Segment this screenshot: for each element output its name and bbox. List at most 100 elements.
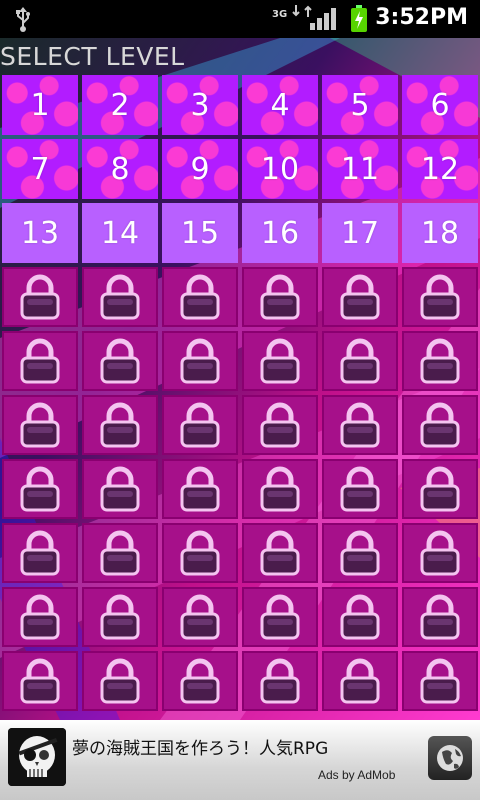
- locked-level-tile[interactable]: [162, 523, 238, 583]
- level-tile-16[interactable]: 16: [242, 203, 318, 263]
- padlock-icon: [100, 594, 140, 640]
- locked-level-tile[interactable]: [402, 587, 478, 647]
- locked-level-tile[interactable]: [82, 267, 158, 327]
- level-tile-5[interactable]: 5: [322, 75, 398, 135]
- level-number: 15: [180, 215, 220, 251]
- network-type-label: 3G: [272, 9, 288, 20]
- locked-level-tile[interactable]: [322, 331, 398, 391]
- padlock-icon: [260, 530, 300, 576]
- level-tile-18[interactable]: 18: [402, 203, 478, 263]
- locked-level-tile[interactable]: [402, 267, 478, 327]
- locked-level-tile[interactable]: [82, 651, 158, 711]
- level-number: 14: [100, 215, 140, 251]
- locked-level-tile[interactable]: [242, 587, 318, 647]
- level-tile-13[interactable]: 13: [2, 203, 78, 263]
- locked-level-tile[interactable]: [162, 651, 238, 711]
- locked-level-tile[interactable]: [322, 267, 398, 327]
- locked-level-tile[interactable]: [402, 523, 478, 583]
- level-tile-8[interactable]: 8: [82, 139, 158, 199]
- padlock-icon: [180, 466, 220, 512]
- locked-level-tile[interactable]: [242, 523, 318, 583]
- level-number: 17: [340, 215, 380, 251]
- level-number: 7: [30, 151, 50, 187]
- locked-level-tile[interactable]: [2, 651, 78, 711]
- locked-level-tile[interactable]: [162, 331, 238, 391]
- locked-level-tile[interactable]: [82, 331, 158, 391]
- padlock-icon: [420, 658, 460, 704]
- padlock-icon: [100, 658, 140, 704]
- locked-level-tile[interactable]: [322, 395, 398, 455]
- locked-level-tile[interactable]: [2, 459, 78, 519]
- locked-level-tile[interactable]: [322, 587, 398, 647]
- locked-level-tile[interactable]: [162, 459, 238, 519]
- locked-level-tile[interactable]: [2, 331, 78, 391]
- locked-level-tile[interactable]: [402, 331, 478, 391]
- level-number: 11: [340, 151, 380, 187]
- locked-level-tile[interactable]: [322, 651, 398, 711]
- locked-level-tile[interactable]: [242, 395, 318, 455]
- ad-headline[interactable]: 夢の海賊王国を作ろう！人気RPG: [72, 734, 328, 759]
- level-number: 9: [190, 151, 210, 187]
- locked-level-tile[interactable]: [2, 267, 78, 327]
- level-tile-11[interactable]: 11: [322, 139, 398, 199]
- locked-level-tile[interactable]: [2, 523, 78, 583]
- padlock-icon: [20, 338, 60, 384]
- locked-level-tile[interactable]: [82, 523, 158, 583]
- locked-level-tile[interactable]: [242, 651, 318, 711]
- locked-level-tile[interactable]: [242, 267, 318, 327]
- padlock-icon: [340, 274, 380, 320]
- locked-level-tile[interactable]: [242, 331, 318, 391]
- ad-banner[interactable]: 夢の海賊王国を作ろう！人気RPG Ads by AdMob: [0, 720, 480, 800]
- locked-level-tile[interactable]: [402, 459, 478, 519]
- battery-charging-icon: [350, 5, 368, 37]
- network-3g-icon: 3G: [272, 5, 315, 20]
- locked-level-tile[interactable]: [82, 395, 158, 455]
- level-tile-12[interactable]: 12: [402, 139, 478, 199]
- level-tile-6[interactable]: 6: [402, 75, 478, 135]
- level-tile-14[interactable]: 14: [82, 203, 158, 263]
- padlock-icon: [180, 594, 220, 640]
- level-tile-10[interactable]: 10: [242, 139, 318, 199]
- level-number: 16: [260, 215, 300, 251]
- padlock-icon: [260, 402, 300, 448]
- padlock-icon: [20, 274, 60, 320]
- locked-level-tile[interactable]: [322, 523, 398, 583]
- locked-level-tile[interactable]: [402, 651, 478, 711]
- padlock-icon: [340, 402, 380, 448]
- padlock-icon: [180, 658, 220, 704]
- level-number: 18: [420, 215, 460, 251]
- level-grid: 1 2 3 4 5 6 7 8 9 10 11 12 13 14 15 16 1…: [0, 75, 480, 711]
- locked-level-tile[interactable]: [162, 587, 238, 647]
- level-number: 10: [260, 151, 300, 187]
- level-tile-17[interactable]: 17: [322, 203, 398, 263]
- level-tile-3[interactable]: 3: [162, 75, 238, 135]
- locked-level-tile[interactable]: [322, 459, 398, 519]
- level-select-screen: SELECT LEVEL 1 2 3 4 5 6 7 8 9 10 11 12 …: [0, 38, 480, 720]
- padlock-icon: [260, 274, 300, 320]
- globe-icon[interactable]: [428, 736, 472, 780]
- level-tile-4[interactable]: 4: [242, 75, 318, 135]
- status-bar: 3G 3:52PM: [0, 0, 480, 38]
- level-tile-15[interactable]: 15: [162, 203, 238, 263]
- padlock-icon: [260, 658, 300, 704]
- locked-level-tile[interactable]: [82, 587, 158, 647]
- locked-level-tile[interactable]: [82, 459, 158, 519]
- padlock-icon: [100, 338, 140, 384]
- screen-title: SELECT LEVEL: [0, 42, 185, 71]
- locked-level-tile[interactable]: [2, 587, 78, 647]
- padlock-icon: [180, 338, 220, 384]
- locked-level-tile[interactable]: [162, 395, 238, 455]
- level-tile-2[interactable]: 2: [82, 75, 158, 135]
- level-tile-1[interactable]: 1: [2, 75, 78, 135]
- padlock-icon: [260, 466, 300, 512]
- locked-level-tile[interactable]: [2, 395, 78, 455]
- clock-time: 3:52PM: [375, 5, 468, 30]
- padlock-icon: [20, 530, 60, 576]
- locked-level-tile[interactable]: [242, 459, 318, 519]
- level-tile-7[interactable]: 7: [2, 139, 78, 199]
- padlock-icon: [100, 466, 140, 512]
- level-tile-9[interactable]: 9: [162, 139, 238, 199]
- locked-level-tile[interactable]: [162, 267, 238, 327]
- locked-level-tile[interactable]: [402, 395, 478, 455]
- padlock-icon: [20, 594, 60, 640]
